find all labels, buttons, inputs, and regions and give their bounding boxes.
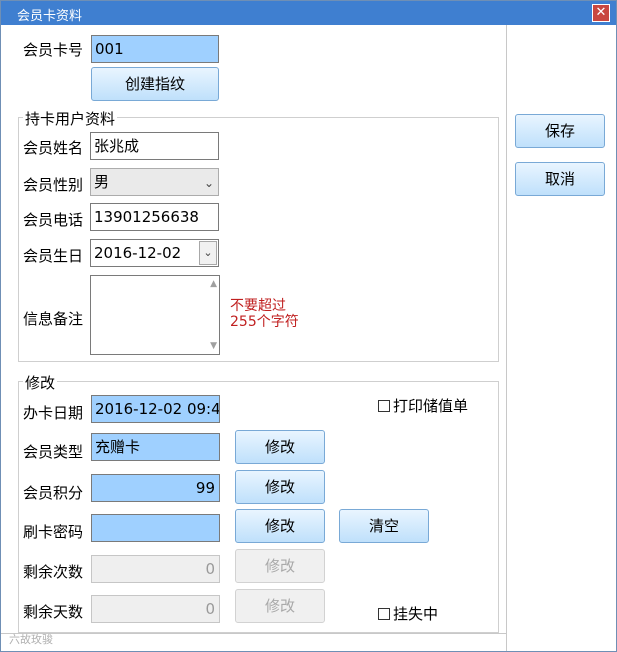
modify-days-button: 修改 — [235, 589, 325, 623]
checkbox-icon — [378, 400, 390, 412]
open-date-label: 办卡日期 — [23, 404, 84, 422]
name-label: 会员姓名 — [23, 139, 84, 157]
holder-group-title: 持卡用户资料 — [23, 108, 118, 129]
points-field[interactable]: 99 — [91, 474, 220, 502]
scroll-up-icon[interactable]: ▲ — [210, 279, 217, 289]
cancel-button[interactable]: 取消 — [515, 162, 605, 196]
remark-hint-line2: 255个字符 — [230, 314, 299, 330]
gender-value: 男 — [94, 173, 110, 191]
points-label: 会员积分 — [23, 484, 84, 502]
birthday-value: 2016-12-02 — [94, 244, 182, 262]
gender-label: 会员性别 — [23, 176, 84, 194]
remark-hint-line1: 不要超过 — [230, 298, 286, 314]
close-icon[interactable]: ✕ — [592, 4, 610, 22]
member-type-label: 会员类型 — [23, 443, 84, 461]
remaining-days-field: 0 — [91, 595, 220, 623]
save-button[interactable]: 保存 — [515, 114, 605, 148]
birthday-label: 会员生日 — [23, 247, 84, 265]
member-card-dialog: 会员卡资料 ✕ 会员卡号 001 创建指纹 持卡用户资料 会员姓名 张兆成 会员… — [0, 0, 617, 652]
title-bar: 会员卡资料 ✕ — [1, 1, 616, 25]
bottom-divider — [1, 633, 507, 634]
clear-password-button[interactable]: 清空 — [339, 509, 429, 543]
card-number-field[interactable]: 001 — [91, 35, 219, 63]
lost-label: 挂失中 — [393, 605, 439, 623]
watermark: 六故玫骏 — [9, 633, 53, 646]
phone-field[interactable]: 13901256638 — [90, 203, 219, 231]
modify-password-button[interactable]: 修改 — [235, 509, 325, 543]
remark-textarea[interactable]: ▲ ▼ — [90, 275, 220, 355]
chevron-down-icon: ⌄ — [203, 176, 214, 190]
print-stored-value-label: 打印储值单 — [393, 397, 469, 415]
phone-label: 会员电话 — [23, 211, 84, 229]
remaining-days-label: 剩余天数 — [23, 603, 84, 621]
create-fingerprint-button[interactable]: 创建指纹 — [91, 67, 219, 101]
scroll-down-icon[interactable]: ▼ — [210, 341, 217, 351]
open-date-field[interactable]: 2016-12-02 09:4 — [91, 395, 220, 423]
password-field[interactable] — [91, 514, 220, 542]
remark-label: 信息备注 — [23, 310, 84, 328]
password-label: 刷卡密码 — [23, 523, 84, 541]
window-title: 会员卡资料 — [17, 9, 83, 24]
member-type-field[interactable]: 充赠卡 — [91, 433, 220, 461]
card-number-label: 会员卡号 — [23, 41, 84, 59]
checkbox-icon — [378, 608, 390, 620]
remark-hint: 不要超过 255个字符 — [230, 298, 299, 330]
remaining-times-field: 0 — [91, 555, 220, 583]
calendar-dropdown-icon[interactable]: ⌄ — [199, 241, 217, 265]
print-stored-value-checkbox[interactable]: 打印储值单 — [378, 395, 468, 416]
lost-checkbox[interactable]: 挂失中 — [378, 603, 438, 624]
birthday-date-picker[interactable]: 2016-12-02 ⌄ — [90, 239, 219, 267]
modify-group-title: 修改 — [23, 372, 58, 393]
remaining-times-label: 剩余次数 — [23, 563, 84, 581]
name-field[interactable]: 张兆成 — [90, 132, 219, 160]
vertical-divider — [506, 25, 507, 651]
modify-times-button: 修改 — [235, 549, 325, 583]
modify-type-button[interactable]: 修改 — [235, 430, 325, 464]
gender-select[interactable]: 男 ⌄ — [90, 168, 219, 196]
modify-points-button[interactable]: 修改 — [235, 470, 325, 504]
